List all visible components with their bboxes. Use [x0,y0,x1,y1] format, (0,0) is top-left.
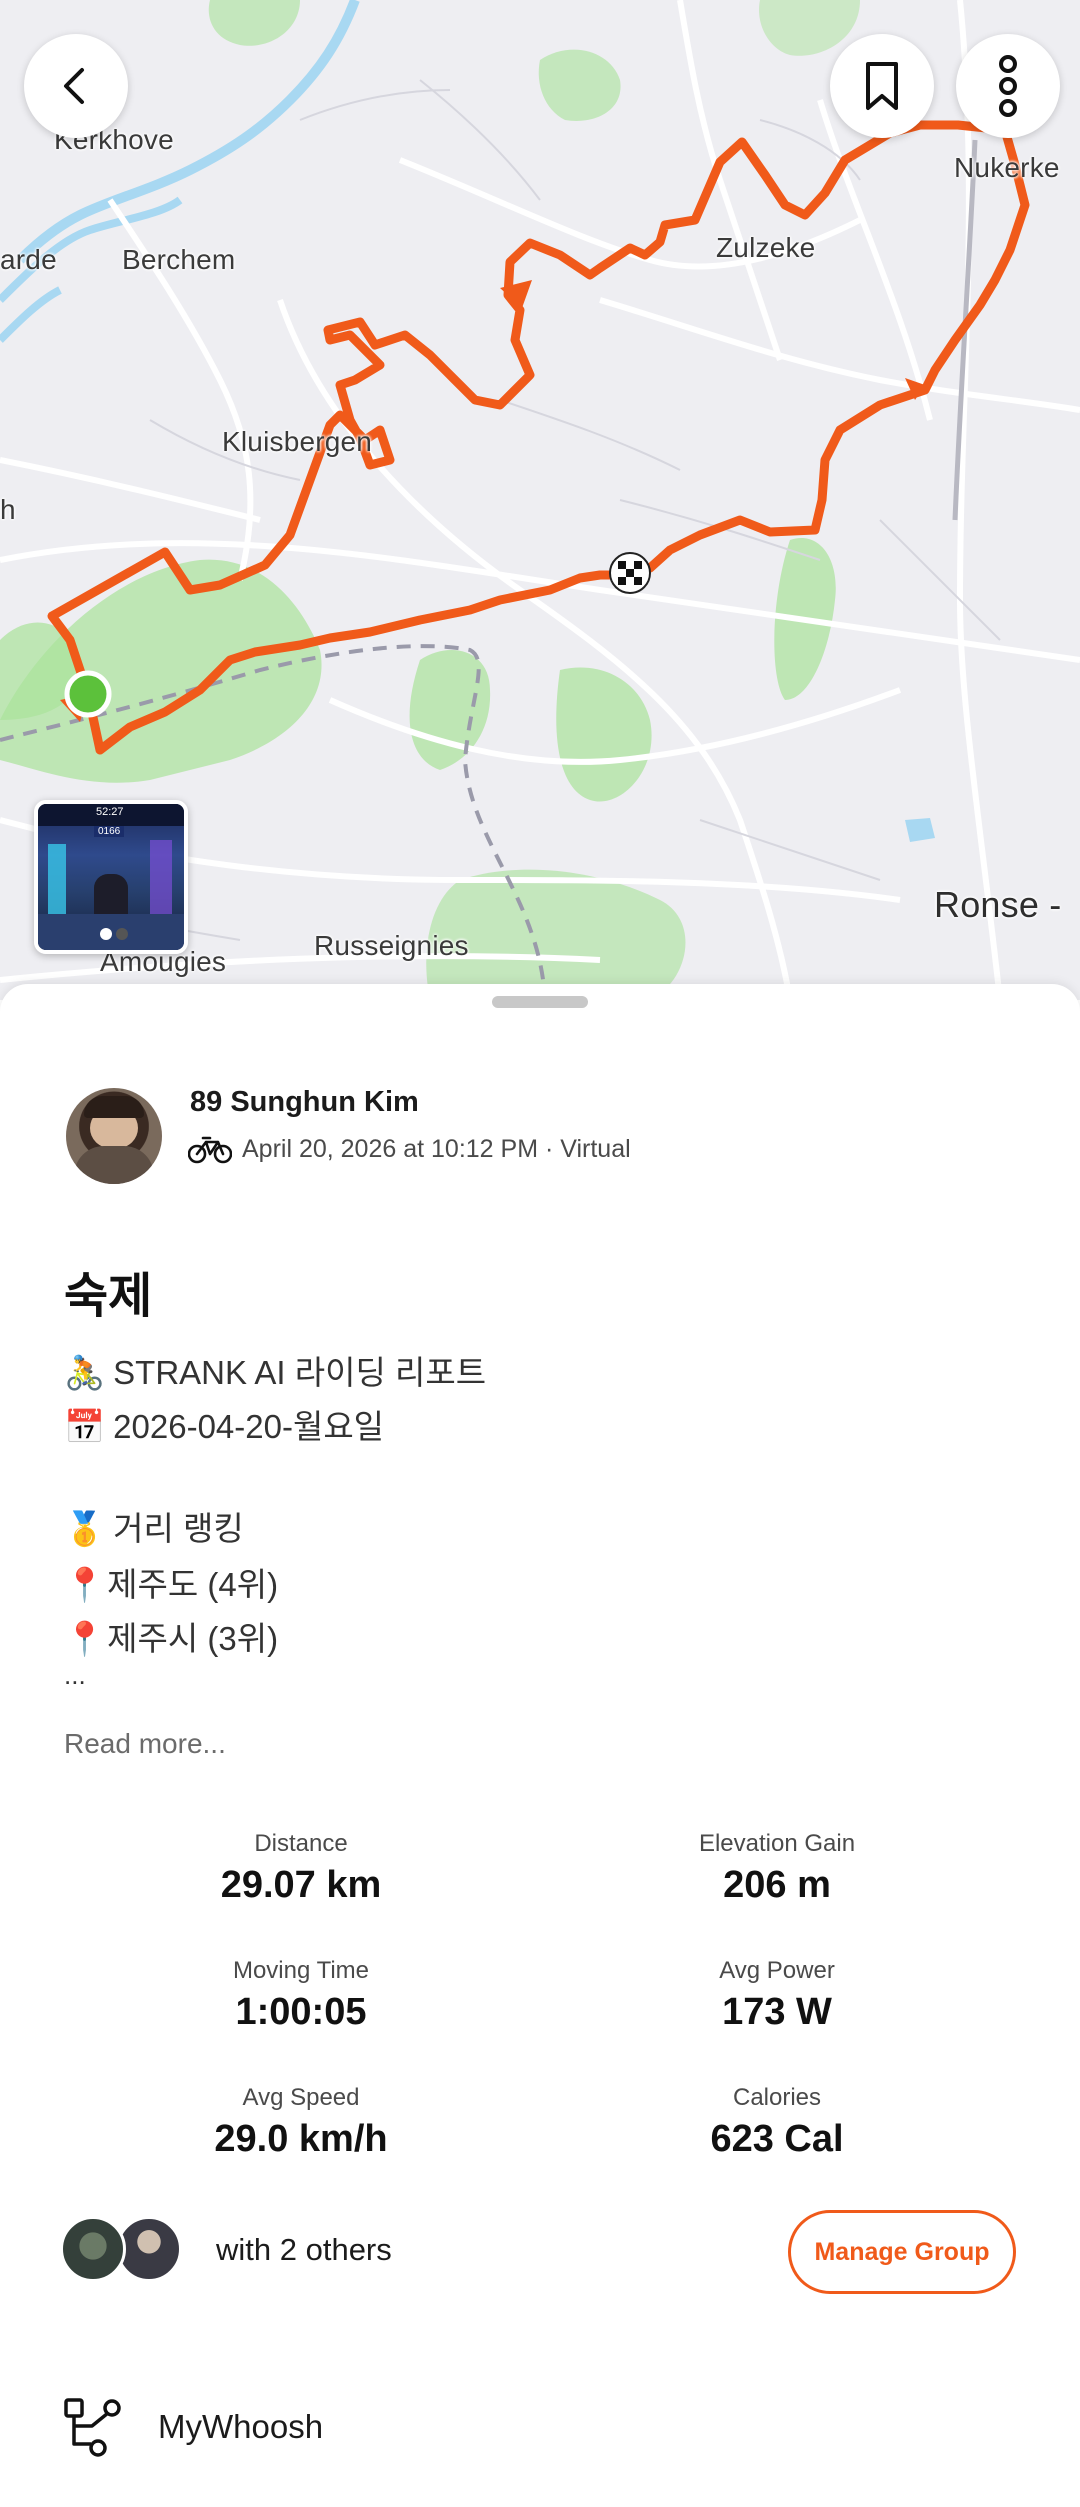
stat-value: 206 m [723,1864,831,1906]
stat-label: Avg Power [719,1957,835,1984]
device-name: MyWhoosh [158,2408,324,2445]
stat-label: Moving Time [232,1957,370,1984]
stat-calories: Calories 623 Cal [577,2084,977,2161]
athlete-name[interactable]: 89 Sunghun Kim [190,1086,419,1119]
stat-value: 623 Cal [710,2118,844,2160]
map-label-nukerke: Nukerke [954,152,1060,183]
bike-icon [188,1136,232,1164]
map-label-berchem: Berchem [122,244,236,275]
sheet-drag-handle[interactable] [492,996,588,1008]
stat-avg-power: Avg Power 173 W [577,1957,977,2034]
description-ellipsis: ... [64,1660,86,1690]
device-row[interactable]: MyWhoosh [0,2386,1080,2466]
thumbnail-time: 52:27 [96,806,124,818]
more-vertical-icon [999,55,1017,117]
bicyclist-icon: 🚴 [64,1354,106,1391]
stat-value: 173 W [722,1991,832,2033]
description-line-3: 🥇 거리 랭킹 [64,1502,244,1550]
route-map[interactable]: Kerkhove arde Berchem Kluisbergen Zulzek… [0,0,1080,1000]
stat-value: 29.0 km/h [214,2118,388,2160]
stat-avg-speed: Avg Speed 29.0 km/h [101,2084,501,2161]
stat-moving-time: Moving Time 1:00:05 [101,1957,501,2034]
map-label-zulzeke: Zulzeke [716,232,816,263]
map-label-kluisbergen: Kluisbergen [222,426,373,457]
stat-value: 29.07 km [220,1864,382,1906]
stat-label: Avg Speed [242,2084,360,2111]
description-line-5: 📍 제주시 (3위) [64,1612,278,1660]
medal-icon: 🥇 [64,1510,106,1547]
group-row: with 2 others Manage Group [0,2210,1080,2294]
calendar-icon: 📅 [64,1408,106,1445]
device-nodes-icon [64,2398,121,2457]
activity-sheet: 89 Sunghun Kim April 20, 2026 at 10:12 P… [0,984,1080,2507]
media-thumbnail[interactable]: 52:27 0166 [34,800,188,954]
stat-elevation-gain: Elevation Gain 206 m [577,1830,977,1907]
map-label-ronse: Ronse - [934,884,1062,925]
chevron-left-icon [64,68,84,104]
stat-label: Elevation Gain [698,1830,856,1857]
thumbnail-page-dot-2 [116,928,128,940]
activity-meta: April 20, 2026 at 10:12 PM · Virtual [188,1134,631,1164]
activity-title: 숙제 [64,1270,153,1323]
stat-distance: Distance 29.07 km [101,1830,501,1907]
pin-icon: 📍 [64,1620,106,1657]
bookmark-button[interactable] [830,34,934,138]
description-text-4: 제주도 (4위) [107,1566,279,1603]
description-line-2: 📅 2026-04-20-월요일 [64,1400,384,1448]
pin-icon: 📍 [64,1566,106,1603]
stat-label: Calories [732,2084,822,2111]
thumbnail-stats: 0166 [94,826,125,837]
stat-value: 1:00:05 [235,1991,367,2033]
map-label-h: h [0,494,16,525]
map-label-arde: arde [0,244,57,275]
map-label-russeignies: Russeignies [314,930,469,961]
description-text-5: 제주시 (3위) [107,1620,279,1657]
description-text-2: 2026-04-20-월요일 [113,1408,385,1445]
read-more-link[interactable]: Read more... [64,1728,226,1760]
activity-date-type: April 20, 2026 at 10:12 PM · Virtual [242,1134,631,1163]
description-text-1: STRANK AI 라이딩 리포트 [113,1354,487,1391]
thumbnail-page-dot-1 [100,928,112,940]
athlete-avatar[interactable] [66,1088,162,1184]
back-button[interactable] [24,34,128,138]
description-text-3: 거리 랭킹 [113,1510,244,1547]
description-line-1: 🚴 STRANK AI 라이딩 리포트 [64,1346,486,1394]
more-options-button[interactable] [956,34,1060,138]
bookmark-icon [866,62,898,110]
manage-group-button[interactable]: Manage Group [788,2210,1016,2294]
description-line-4: 📍 제주도 (4위) [64,1558,278,1606]
group-member-avatar[interactable] [60,2216,126,2282]
group-with-text[interactable]: with 2 others [216,2232,392,2268]
stat-label: Distance [254,1830,348,1857]
